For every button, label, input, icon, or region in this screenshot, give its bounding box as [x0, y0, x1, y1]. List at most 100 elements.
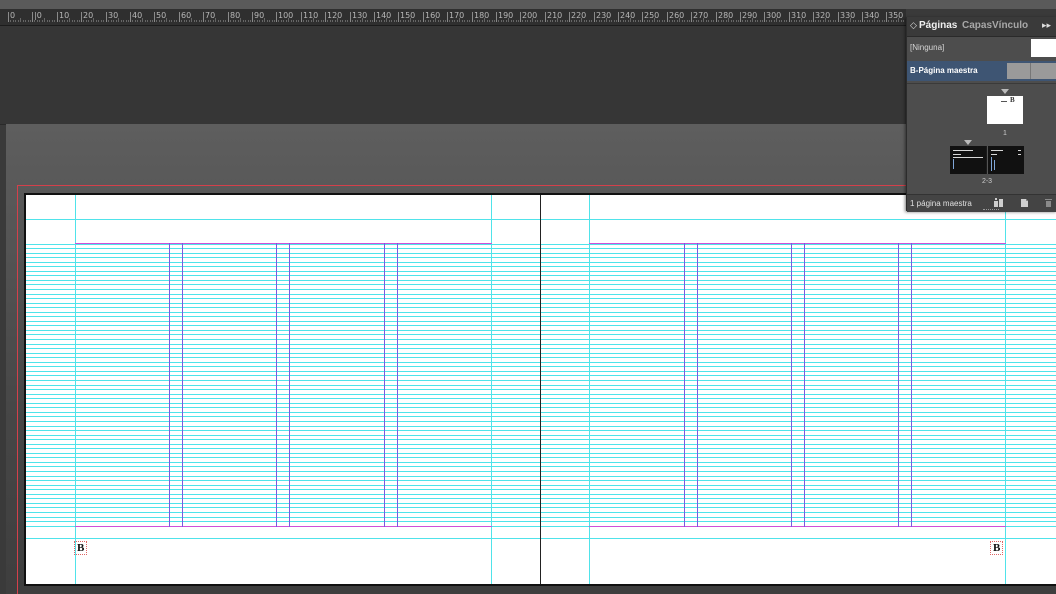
ruler-minor-tick	[347, 20, 348, 22]
ruler-minor-tick	[176, 20, 177, 22]
new-page-icon[interactable]	[1019, 198, 1030, 208]
ruler-tick	[179, 12, 180, 22]
ruler-tick	[789, 12, 790, 22]
ruler-label: 230	[596, 11, 612, 20]
master-none-label: [Ninguna]	[910, 43, 945, 52]
edit-page-size-icon[interactable]	[993, 198, 1004, 208]
ruler-minor-tick	[760, 20, 761, 22]
ruler-minor-tick	[291, 20, 292, 22]
ruler-minor-tick	[791, 20, 792, 22]
thumb-line	[953, 150, 973, 151]
spread-2-3-thumbnail[interactable]	[950, 146, 1024, 174]
panel-menu-icon[interactable]: ▸▸	[1042, 20, 1051, 31]
ruler-minor-tick	[64, 20, 65, 22]
ruler-minor-tick	[508, 18, 509, 22]
thumb-bar	[991, 157, 992, 171]
tab-capas[interactable]: Capas	[962, 20, 992, 31]
ruler-minor-tick	[708, 20, 709, 22]
ruler-minor-tick	[196, 20, 197, 22]
ruler-minor-tick	[362, 18, 363, 22]
ruler-label: 290	[742, 11, 758, 20]
ruler-minor-tick	[340, 20, 341, 22]
ruler-minor-tick	[674, 20, 675, 22]
ruler-minor-tick	[867, 20, 868, 22]
ruler-minor-tick	[169, 20, 170, 22]
document-spread[interactable]: B B	[24, 193, 1056, 586]
ruler-minor-tick	[672, 20, 673, 22]
ruler-tick	[691, 12, 692, 22]
ruler-minor-tick	[698, 20, 699, 22]
master-b-thumbnail-right[interactable]	[1031, 63, 1056, 79]
ruler-label: 160	[425, 11, 441, 20]
ruler-label: 340	[864, 11, 880, 20]
ruler-minor-tick	[766, 20, 767, 22]
ruler-minor-tick	[845, 20, 846, 22]
ruler-minor-tick	[596, 20, 597, 22]
pages-panel[interactable]: ◇ Páginas Capas Vínculo ▸▸ [Ninguna] B-P…	[906, 17, 1056, 212]
ruler-minor-tick	[269, 20, 270, 22]
ruler-minor-tick	[815, 20, 816, 22]
ruler-minor-tick	[799, 20, 800, 22]
ruler-minor-tick	[47, 20, 48, 22]
ruler-minor-tick	[15, 20, 16, 22]
ruler-minor-tick	[687, 20, 688, 22]
master-none-thumbnail[interactable]	[1031, 39, 1056, 57]
ruler-minor-tick	[888, 20, 889, 22]
horizontal-ruler[interactable]: 0 |0 10 20 30 40 50 60 70 80 90 100 110 120 130 140 150 1…	[0, 9, 906, 26]
master-none-row[interactable]: [Ninguna]	[907, 37, 1056, 59]
page-2-thumbnail[interactable]	[950, 146, 986, 174]
ruler-minor-tick	[274, 20, 275, 22]
ruler-minor-tick	[703, 18, 704, 22]
ruler-minor-tick	[742, 20, 743, 22]
ruler-minor-tick	[571, 20, 572, 22]
ruler-minor-tick	[530, 20, 531, 22]
ruler-minor-tick	[552, 20, 553, 22]
ruler-minor-tick	[293, 20, 294, 22]
ruler-minor-tick	[853, 20, 854, 22]
ruler-minor-tick	[435, 18, 436, 22]
ruler-minor-tick	[781, 20, 782, 22]
ruler-minor-tick	[630, 18, 631, 22]
ruler-label: 210	[547, 11, 563, 20]
ruler-minor-tick	[135, 20, 136, 22]
ruler-minor-tick	[159, 20, 160, 22]
page-1-thumbnail[interactable]: B	[987, 96, 1023, 124]
tab-paginas[interactable]: Páginas	[919, 20, 957, 31]
ruler-minor-tick	[137, 20, 138, 22]
master-b-label: B-Página maestra	[910, 66, 978, 75]
ruler-minor-tick	[264, 18, 265, 22]
spread-guides	[26, 195, 1056, 584]
ruler-minor-tick	[171, 20, 172, 22]
ruler-minor-tick	[896, 20, 897, 22]
ruler-tick	[496, 12, 497, 22]
ruler-minor-tick	[372, 20, 373, 22]
ruler-minor-tick	[825, 18, 826, 22]
ruler-minor-tick	[516, 20, 517, 22]
delete-page-icon[interactable]	[1043, 198, 1054, 208]
ruler-minor-tick	[628, 20, 629, 22]
ruler-minor-tick	[848, 20, 849, 22]
resize-grip-icon[interactable]	[983, 209, 999, 212]
ruler-minor-tick	[609, 20, 610, 22]
pasteboard-upper[interactable]	[0, 26, 906, 125]
ruler-minor-tick	[858, 20, 859, 22]
ruler-tick	[716, 12, 717, 22]
ruler-minor-tick	[457, 20, 458, 22]
ruler-minor-tick	[662, 20, 663, 22]
ruler-minor-tick	[731, 20, 732, 22]
panel-divider	[907, 83, 1056, 84]
ruler-minor-tick	[132, 20, 133, 22]
ruler-minor-tick	[484, 18, 485, 22]
ruler-label: 180	[474, 11, 490, 20]
ruler-minor-tick	[454, 20, 455, 22]
ruler-minor-tick	[108, 20, 109, 22]
ruler-minor-tick	[111, 20, 112, 22]
master-b-row[interactable]: B-Página maestra	[907, 61, 1056, 81]
ruler-tick	[618, 12, 619, 22]
page-3-thumbnail[interactable]	[988, 146, 1024, 174]
collapse-arrow-icon[interactable]: ◇	[910, 20, 917, 31]
ruler-minor-tick	[696, 20, 697, 22]
tab-vinculo[interactable]: Vínculo	[992, 20, 1028, 31]
ruler-minor-tick	[604, 20, 605, 22]
master-b-thumbnail-left[interactable]	[1007, 63, 1031, 79]
